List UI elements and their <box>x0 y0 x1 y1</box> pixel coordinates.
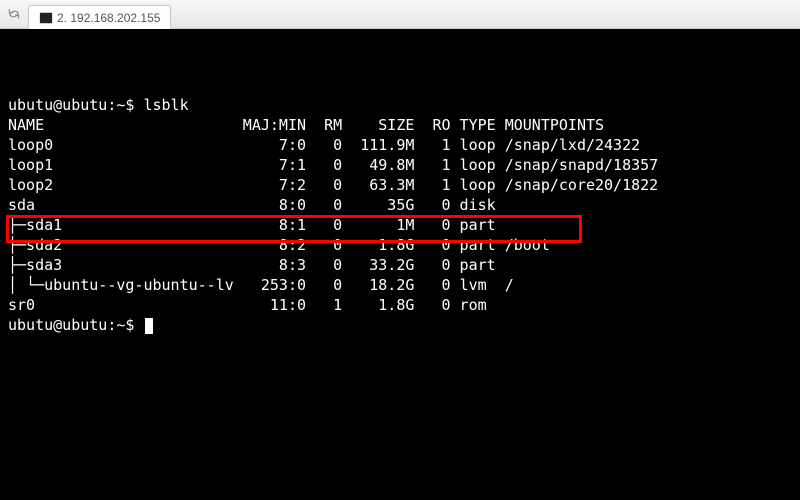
prompt-line: ubutu@ubutu:~$ lsblk <box>8 95 792 115</box>
titlebar: 2. 192.168.202.155 <box>0 0 800 29</box>
terminal[interactable]: ubutu@ubutu:~$ lsblkNAME MAJ:MIN RM SIZE… <box>0 29 800 500</box>
terminal-icon <box>39 11 53 25</box>
prompt-line[interactable]: ubutu@ubutu:~$ <box>8 315 792 335</box>
table-row: sr0 11:0 1 1.8G 0 rom <box>8 295 792 315</box>
table-row: loop1 7:1 0 49.8M 1 loop /snap/snapd/183… <box>8 155 792 175</box>
table-row: │ └─ubuntu--vg-ubuntu--lv 253:0 0 18.2G … <box>8 275 792 295</box>
refresh-icon[interactable] <box>6 6 22 22</box>
table-row: ├─sda3 8:3 0 33.2G 0 part <box>8 255 792 275</box>
tab[interactable]: 2. 192.168.202.155 <box>28 5 171 30</box>
tab-label: 2. 192.168.202.155 <box>57 11 160 25</box>
table-header: NAME MAJ:MIN RM SIZE RO TYPE MOUNTPOINTS <box>8 115 792 135</box>
table-row: loop2 7:2 0 63.3M 1 loop /snap/core20/18… <box>8 175 792 195</box>
cursor <box>145 318 153 334</box>
table-row: ├─sda1 8:1 0 1M 0 part <box>8 215 792 235</box>
window: 2. 192.168.202.155 ubutu@ubutu:~$ lsblkN… <box>0 0 800 500</box>
table-row: loop0 7:0 0 111.9M 1 loop /snap/lxd/2432… <box>8 135 792 155</box>
table-row: sda 8:0 0 35G 0 disk <box>8 195 792 215</box>
table-row: ├─sda2 8:2 0 1.8G 0 part /boot <box>8 235 792 255</box>
